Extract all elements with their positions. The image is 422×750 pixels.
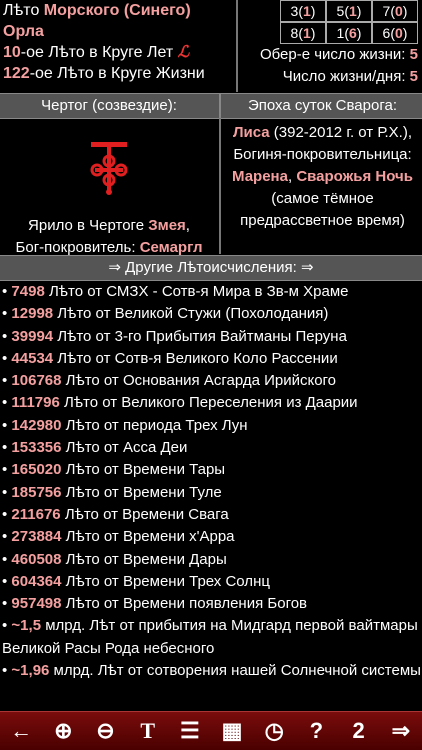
chertog-panel: Ярило в Чертоге Змея, Бог-покровитель: С… [0,118,218,256]
list-item: • ~1,96 млрд. Лѣт от сотворения нашей Со… [2,662,421,680]
rune-glyph: ℒ [177,44,190,61]
list-item: • 106768 Лѣто от Основания Асгарда Ирийс… [2,372,337,390]
grid-cell: 6(0) [372,22,418,44]
back-arrow-icon[interactable]: ← [6,716,36,746]
list-item: • 273884 Лѣто от Времени х'Арра [2,528,235,546]
number-grid: 3(1) 5(1) 7(0) 8(1) 1(6) 6(0) [280,0,422,44]
list-item: • 211676 Лѣто от Времени Свага [2,505,229,523]
life-number: Число жизни/дня: 5 [282,68,418,85]
list-item: • 460508 Лѣто от Времени Дары [2,550,227,568]
chertog-header: Чертог (созвездие): [41,97,177,114]
list-item: • 185756 Лѣто от Времени Туле [2,483,222,501]
text-icon[interactable]: T [133,716,163,746]
other-calendars-header[interactable]: ⇒ Другие Лѣтоисчисления: ⇒ [0,255,422,281]
numbers-panel: 3(1) 5(1) 7(0) 8(1) 1(6) 6(0) Обер-е чис… [236,0,422,92]
calendar-list: • 7498 Лѣто от СМЗХ - Сотв-я Мира в Зв-м… [0,281,422,711]
list-item: • 142980 Лѣто от периода Трех Лун [2,416,248,434]
clock-icon[interactable]: ◷ [259,716,289,746]
grid-cell: 1(6) [326,22,372,44]
list-item: • 44534 Лѣто от Сотв-я Великого Коло Рас… [2,349,338,367]
middle-panel: Ярило в Чертоге Змея, Бог-покровитель: С… [0,118,422,256]
list-item: • ~1,5 млрд. Лѣт от прибытия на Мидгард … [2,617,418,657]
zoom-in-icon[interactable]: ⊕ [48,716,78,746]
grid-cell: 5(1) [326,0,372,22]
year-title: Лѣто Морского (Синего) [3,2,191,19]
chertog-line1: Ярило в Чертоге Змея, [28,217,190,234]
list-item: • 111796 Лѣто от Великого Переселения из… [2,394,358,412]
top-panel: Лѣто Морского (Синего) Орла 10-ое Лѣто в… [0,0,422,92]
calendar-grid-icon[interactable]: ▦ [217,716,247,746]
ober-number: Обер-е число жизни: 5 [259,46,418,63]
list-item: • 12998 Лѣто от Великой Стужи (Похолодан… [2,305,329,323]
list-item: • 7498 Лѣто от СМЗХ - Сотв-я Мира в Зв-м… [2,283,349,300]
epoch-panel: Лиса (392-2012 г. от Р.Х.), Богиня-покро… [219,118,422,254]
section-headers: Чертог (созвездие): Эпоха суток Сварога: [0,93,422,119]
list-item: • 604364 Лѣто от Времени Трех Солнц [2,572,270,590]
page-number[interactable]: 2 [344,716,374,746]
grid-cell: 7(0) [372,0,418,22]
forward-arrow-icon[interactable]: ⇒ [386,716,416,746]
epoch-header: Эпоха суток Сварога: [219,94,422,118]
zoom-out-icon[interactable]: ⊖ [90,716,120,746]
menu-icon[interactable]: ☰ [175,716,205,746]
year-info: Лѣто Морского (Синего) Орла 10-ое Лѣто в… [0,0,236,92]
epoch-text: Лиса (392-2012 г. от Р.Х.), Богиня-покро… [232,124,413,229]
snake-chertog-icon [90,142,128,195]
life-circle: 122-ое Лѣто в Круге Жизни [3,65,205,82]
list-item: • 39994 Лѣто от 3-го Прибытия Вайтманы П… [2,327,347,345]
circle-years: 10-ое Лѣто в Круге Лет ℒ [3,44,190,61]
bottom-toolbar: ← ⊕ ⊖ T ☰ ▦ ◷ ? 2 ⇒ [0,711,422,750]
list-item: • 957498 Лѣто от Времени появления Богов [2,595,308,613]
grid-cell: 8(1) [280,22,326,44]
list-item: • 165020 Лѣто от Времени Тары [2,461,226,479]
year-title-2: Орла [3,23,44,40]
help-icon[interactable]: ? [301,716,331,746]
list-item: • 153356 Лѣто от Асса Деи [2,439,188,457]
grid-cell: 3(1) [280,0,326,22]
